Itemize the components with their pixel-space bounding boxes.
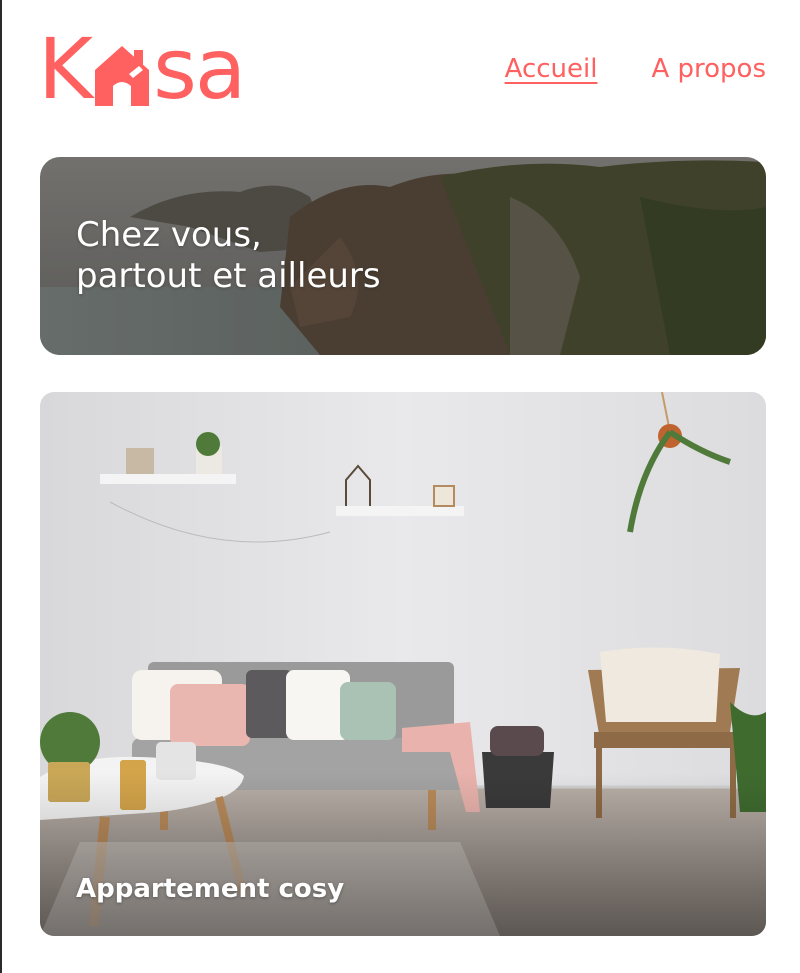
banner-title-line1: Chez vous, bbox=[76, 215, 262, 255]
main-nav: Accueil A propos bbox=[505, 54, 766, 84]
kasa-logo[interactable]: K sa bbox=[38, 26, 298, 112]
page: K sa Accueil A propos Chez vous, partout… bbox=[0, 0, 800, 973]
listing-card[interactable]: Appartement cosy bbox=[40, 392, 766, 936]
banner-title: Chez vous, partout et ailleurs bbox=[76, 215, 381, 297]
nav-link-home[interactable]: Accueil bbox=[505, 54, 598, 84]
house-icon bbox=[95, 46, 150, 106]
living-room-image bbox=[40, 392, 766, 936]
hero-banner: Chez vous, partout et ailleurs bbox=[40, 157, 766, 355]
banner-title-line2: partout et ailleurs bbox=[76, 255, 381, 296]
logo-letter-k: K bbox=[38, 20, 93, 118]
logo-letters-sa: sa bbox=[153, 20, 246, 118]
nav-link-about[interactable]: A propos bbox=[651, 54, 766, 84]
listing-card-title: Appartement cosy bbox=[76, 874, 345, 904]
header: K sa Accueil A propos bbox=[38, 26, 766, 116]
